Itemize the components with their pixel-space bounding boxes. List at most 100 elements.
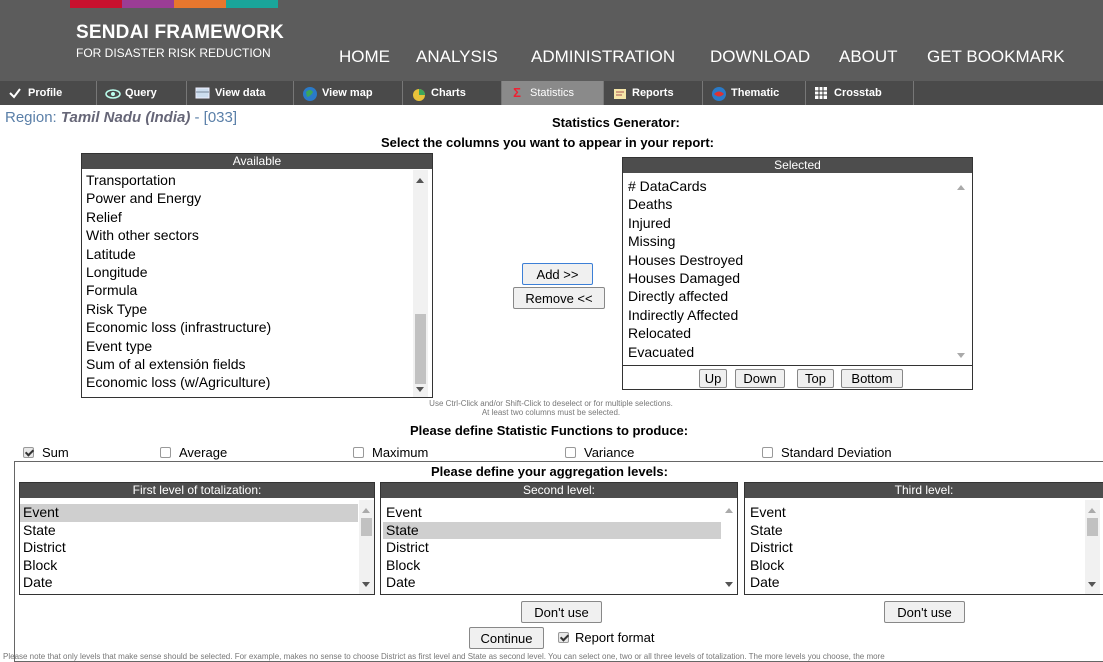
list-item[interactable]: Injured	[625, 214, 953, 232]
scroll-thumb[interactable]	[415, 314, 426, 384]
list-item[interactable]: Deaths	[625, 195, 953, 213]
available-listbox[interactable]: Available Transportation Power and Energ…	[81, 153, 433, 398]
remove-button[interactable]: Remove <<	[513, 287, 605, 309]
add-button[interactable]: Add >>	[522, 263, 593, 285]
list-item[interactable]: # DataCards	[625, 177, 953, 195]
tab-view-map[interactable]: View map	[294, 81, 403, 105]
list-item[interactable]: State	[20, 522, 358, 540]
list-item[interactable]: Directly affected	[625, 287, 953, 305]
tab-charts[interactable]: Charts	[403, 81, 502, 105]
move-top-button[interactable]: Top	[797, 369, 834, 388]
sum-checkbox[interactable]	[23, 447, 34, 458]
list-item[interactable]: Sum of al extensión fields	[83, 355, 413, 373]
nav-administration[interactable]: ADMINISTRATION	[531, 47, 675, 67]
scroll-thumb[interactable]	[361, 518, 372, 536]
nav-home[interactable]: HOME	[339, 47, 390, 67]
list-item[interactable]: District	[383, 539, 721, 557]
list-item[interactable]: Power and Energy	[83, 189, 413, 207]
nav-download[interactable]: DOWNLOAD	[710, 47, 810, 67]
report-format-checkbox[interactable]	[558, 632, 569, 643]
function-average[interactable]: Average	[160, 445, 227, 460]
list-item[interactable]: Transportation	[83, 171, 413, 189]
list-item[interactable]: Latitude	[83, 245, 413, 263]
dont-use-second-button[interactable]: Don't use	[521, 601, 602, 623]
tab-label: View data	[215, 87, 266, 99]
list-item[interactable]: District	[747, 539, 1085, 557]
list-item[interactable]: Evacuated	[625, 343, 953, 361]
list-item[interactable]: Risk Type	[83, 300, 413, 318]
list-item[interactable]: Block	[20, 557, 358, 575]
scroll-thumb[interactable]	[1087, 518, 1098, 536]
scroll-down-icon[interactable]	[725, 582, 733, 587]
variance-checkbox[interactable]	[565, 447, 576, 458]
list-item[interactable]: With other sectors	[83, 226, 413, 244]
scroll-down-icon[interactable]	[416, 387, 424, 392]
third-level-listbox[interactable]: Third level: Event State District Block …	[744, 482, 1103, 595]
average-checkbox[interactable]	[160, 447, 171, 458]
function-standard-deviation[interactable]: Standard Deviation	[762, 445, 892, 460]
tab-thematic[interactable]: Thematic	[703, 81, 806, 105]
list-item[interactable]: District	[20, 539, 358, 557]
second-level-listbox[interactable]: Second level: Event State District Block…	[380, 482, 738, 595]
selected-listbox[interactable]: Selected # DataCards Deaths Injured Miss…	[622, 157, 973, 390]
nav-analysis[interactable]: ANALYSIS	[416, 47, 498, 67]
move-up-button[interactable]: Up	[699, 369, 727, 388]
first-level-scrollbar[interactable]	[359, 500, 374, 594]
tab-query[interactable]: Query	[97, 81, 187, 105]
list-item[interactable]: Houses Damaged	[625, 269, 953, 287]
third-level-scrollbar[interactable]	[1085, 500, 1100, 594]
dont-use-third-button[interactable]: Don't use	[884, 601, 965, 623]
list-item[interactable]: Relief	[83, 208, 413, 226]
continue-button[interactable]: Continue	[469, 627, 544, 649]
nav-get-bookmark[interactable]: GET BOOKMARK	[927, 47, 1065, 67]
nav-about[interactable]: ABOUT	[839, 47, 898, 67]
list-item[interactable]: Event	[383, 504, 721, 522]
logo-title[interactable]: SENDAI FRAMEWORK	[76, 22, 284, 44]
list-item[interactable]: Block	[383, 557, 721, 575]
scroll-up-icon[interactable]	[1088, 508, 1096, 513]
move-bottom-button[interactable]: Bottom	[841, 369, 903, 388]
list-item[interactable]: Date	[383, 574, 721, 592]
tab-statistics[interactable]: Σ Statistics	[502, 81, 604, 105]
scroll-up-icon[interactable]	[725, 508, 733, 513]
list-item[interactable]: Economic loss (w/Agriculture)	[83, 373, 413, 391]
list-item[interactable]: Longitude	[83, 263, 413, 281]
list-item[interactable]: Formula	[83, 281, 413, 299]
scroll-up-icon[interactable]	[362, 508, 370, 513]
tab-reports[interactable]: Reports	[604, 81, 703, 105]
list-item[interactable]: Indirectly Affected	[625, 306, 953, 324]
tab-crosstab[interactable]: Crosstab	[806, 81, 914, 105]
scroll-down-icon[interactable]	[957, 353, 965, 358]
list-item[interactable]: Houses Destroyed	[625, 251, 953, 269]
function-maximum[interactable]: Maximum	[353, 445, 428, 460]
list-item[interactable]: Event	[20, 504, 358, 522]
list-item[interactable]: Block	[747, 557, 1085, 575]
report-format-option[interactable]: Report format	[558, 630, 654, 645]
scroll-up-icon[interactable]	[416, 178, 424, 183]
tab-view-data[interactable]: View data	[187, 81, 294, 105]
scroll-up-icon[interactable]	[957, 185, 965, 190]
scroll-down-icon[interactable]	[362, 582, 370, 587]
tab-profile[interactable]: Profile	[0, 81, 97, 105]
list-item[interactable]: Date	[20, 574, 358, 592]
list-item[interactable]: Date	[747, 574, 1085, 592]
second-level-scrollbar[interactable]	[722, 500, 737, 594]
list-item[interactable]: Event type	[83, 337, 413, 355]
function-variance[interactable]: Variance	[565, 445, 634, 460]
list-item[interactable]: Economic loss (infrastructure)	[83, 318, 413, 336]
tab-label: Profile	[28, 87, 63, 99]
scroll-down-icon[interactable]	[1088, 582, 1096, 587]
function-sum[interactable]: Sum	[23, 445, 69, 460]
list-item[interactable]: Event	[747, 504, 1085, 522]
list-item[interactable]: State	[747, 522, 1085, 540]
list-item[interactable]: Missing	[625, 232, 953, 250]
tab-label: Crosstab	[834, 87, 882, 99]
list-item[interactable]: State	[383, 521, 721, 539]
standard-deviation-checkbox[interactable]	[762, 447, 773, 458]
maximum-checkbox[interactable]	[353, 447, 364, 458]
available-scrollbar[interactable]	[413, 170, 428, 397]
list-item[interactable]: Relocated	[625, 324, 953, 342]
first-level-listbox[interactable]: First level of totalization: Event State…	[19, 482, 375, 595]
selected-scrollbar[interactable]	[954, 175, 969, 365]
move-down-button[interactable]: Down	[735, 369, 785, 388]
